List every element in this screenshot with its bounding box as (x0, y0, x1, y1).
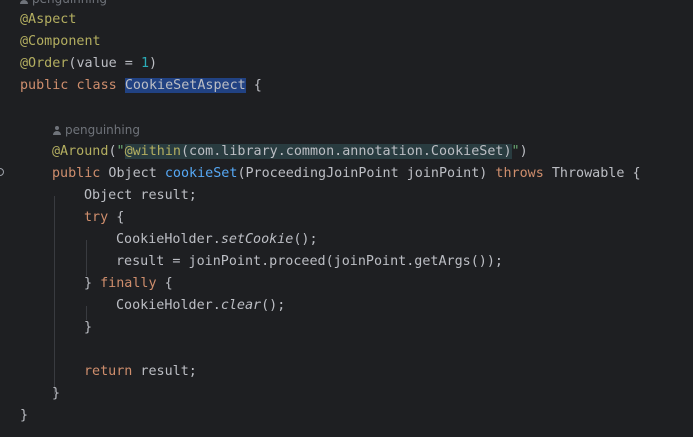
user-icon (20, 0, 28, 4)
code-line-12: } finally { (84, 276, 173, 291)
pointcut-expression: @within(com.library.common.annotation.Co… (124, 144, 512, 159)
method-name[interactable]: cookieSet (165, 166, 238, 181)
code-line-13: CookieHolder.clear(); (116, 298, 286, 313)
code-line-10: CookieHolder.setCookie(); (116, 232, 318, 247)
indent-guide (54, 196, 55, 394)
code-line-6: @Around("@within(com.library.common.anno… (52, 144, 528, 159)
code-line-3: @Order(value = 1) (20, 56, 158, 71)
code-line-8: Object result; (84, 188, 197, 203)
author-hint-method[interactable]: penguinhing (53, 122, 140, 138)
code-line-1: @Aspect (20, 12, 77, 27)
author-name: penguinhing (65, 123, 140, 137)
code-line-16: return result; (84, 364, 197, 379)
indent-guide (86, 240, 87, 276)
code-editor[interactable]: penguinhing @Aspect @Component @Order(va… (0, 0, 693, 437)
breakpoint-marker-icon[interactable] (0, 168, 4, 176)
author-hint-top[interactable]: penguinhing (20, 0, 107, 7)
code-line-4: public class CookieSetAspect { (20, 78, 262, 93)
code-line-17: } (52, 386, 61, 401)
code-line-7: public Object cookieSet(ProceedingJoinPo… (52, 166, 641, 181)
user-icon (53, 126, 61, 135)
code-line-11: result = joinPoint.proceed(joinPoint.get… (116, 254, 503, 269)
code-line-9: try { (84, 210, 125, 225)
code-line-18: } (20, 408, 29, 423)
author-name: penguinhing (32, 0, 107, 6)
code-line-2: @Component (20, 34, 101, 49)
code-line-14: } (84, 320, 93, 335)
class-name-selected[interactable]: CookieSetAspect (124, 78, 246, 93)
